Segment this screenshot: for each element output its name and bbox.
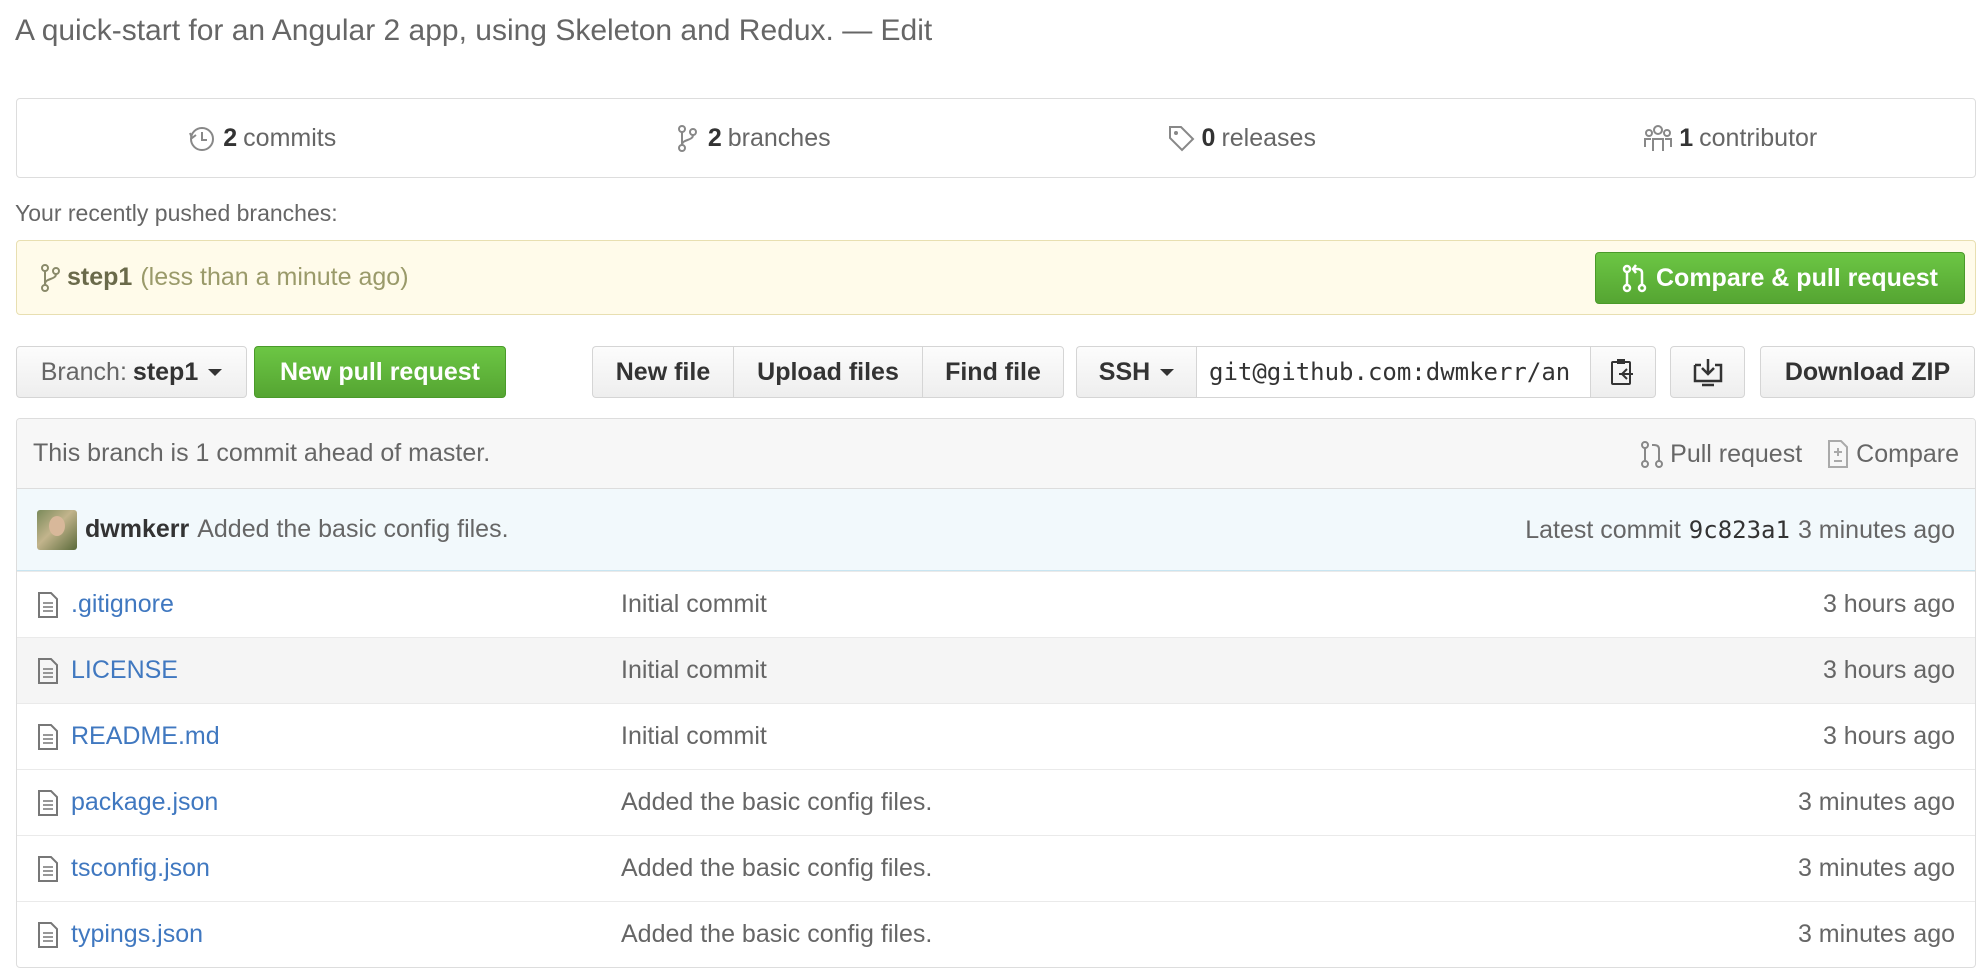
- branch-icon: [677, 125, 697, 152]
- file-age: 3 hours ago: [1822, 656, 1955, 684]
- file-name-link[interactable]: package.json: [71, 788, 621, 817]
- branch-prefix: Branch:: [40, 357, 127, 386]
- file-age: 3 hours ago: [1822, 590, 1955, 618]
- file-age: 3 minutes ago: [1797, 920, 1955, 948]
- table-row: README.md Initial commit 3 hours ago: [17, 703, 1975, 769]
- pull-request-link[interactable]: Pull request: [1640, 439, 1802, 469]
- git-pull-request-icon: [1641, 441, 1664, 468]
- commits-count: 2: [223, 123, 238, 152]
- copy-url-button[interactable]: [1590, 346, 1656, 398]
- chevron-down-icon: [1160, 368, 1175, 376]
- branches-label: branches: [727, 123, 831, 152]
- description-separator: —: [842, 14, 873, 47]
- contributors-count: 1: [1679, 123, 1694, 152]
- clone-url-input[interactable]: git@github.com:dwmkerr/an: [1196, 346, 1590, 398]
- file-commit-message[interactable]: Initial commit: [621, 722, 767, 751]
- file-name-link[interactable]: tsconfig.json: [71, 854, 621, 883]
- recent-branches-label: Your recently pushed branches:: [15, 200, 338, 226]
- compare-pull-request-label: Compare & pull request: [1656, 263, 1938, 292]
- new-pull-request-button[interactable]: New pull request: [254, 346, 506, 398]
- table-row: package.json Added the basic config file…: [17, 769, 1975, 835]
- releases-label: releases: [1221, 123, 1316, 152]
- branches-link[interactable]: 2 branches: [507, 123, 997, 153]
- organization-icon: [1644, 125, 1673, 151]
- download-zip-button[interactable]: Download ZIP: [1760, 346, 1975, 398]
- find-file-button[interactable]: Find file: [922, 346, 1064, 398]
- file-text-icon: [37, 723, 63, 751]
- table-row: typings.json Added the basic config file…: [17, 901, 1975, 967]
- commit-age: 3 minutes ago: [1797, 515, 1955, 544]
- file-commit-message[interactable]: Added the basic config files.: [621, 854, 932, 883]
- clone-url-group: SSH git@github.com:dwmkerr/an: [1076, 346, 1656, 398]
- file-commit-message[interactable]: Initial commit: [621, 590, 767, 619]
- file-text-icon: [37, 591, 63, 619]
- diff-icon: [1828, 440, 1849, 468]
- file-text-icon: [37, 789, 63, 817]
- new-pull-request-label: New pull request: [279, 357, 481, 386]
- branch-icon: [41, 263, 60, 292]
- branch-status-bar: This branch is 1 commit ahead of master.…: [17, 419, 1975, 489]
- protocol-select[interactable]: SSH: [1076, 346, 1196, 398]
- pull-request-label: Pull request: [1670, 439, 1803, 468]
- commit-author[interactable]: dwmkerr: [85, 515, 189, 544]
- file-table: This branch is 1 commit ahead of master.…: [16, 418, 1976, 968]
- file-commit-message[interactable]: Initial commit: [621, 656, 767, 685]
- file-name-link[interactable]: README.md: [71, 722, 621, 751]
- recent-branch-time: (less than a minute ago): [140, 263, 409, 291]
- branch-select-value: step1: [132, 357, 199, 386]
- table-row: .gitignore Initial commit 3 hours ago: [17, 571, 1975, 637]
- clippy-icon: [1611, 359, 1633, 385]
- open-desktop-button[interactable]: [1670, 346, 1745, 398]
- tag-icon: [1168, 126, 1194, 152]
- numbers-summary: 2 commits 2 branches 0 releases 1 contri…: [16, 98, 1976, 178]
- file-age: 3 minutes ago: [1797, 788, 1955, 816]
- table-row: LICENSE Initial commit 3 hours ago: [17, 637, 1975, 703]
- compare-label: Compare: [1856, 439, 1959, 468]
- commit-sha[interactable]: 9c823a1: [1689, 516, 1790, 544]
- history-icon: [189, 127, 215, 151]
- releases-count: 0: [1201, 123, 1216, 152]
- compare-link[interactable]: Compare: [1826, 439, 1959, 469]
- recent-branch-banner: step1 (less than a minute ago) Compare &…: [16, 240, 1976, 315]
- file-age: 3 hours ago: [1822, 722, 1955, 750]
- edit-link[interactable]: Edit: [881, 14, 933, 47]
- file-commit-message[interactable]: Added the basic config files.: [621, 920, 932, 949]
- latest-commit-label: Latest commit: [1525, 515, 1681, 544]
- file-text-icon: [37, 855, 63, 883]
- commits-label: commits: [243, 123, 337, 152]
- file-name-link[interactable]: .gitignore: [71, 590, 621, 619]
- file-text-icon: [37, 921, 63, 949]
- description-text: A quick-start for an Angular 2 app, usin…: [15, 14, 834, 47]
- file-text-icon: [37, 657, 63, 685]
- chevron-down-icon: [208, 368, 223, 376]
- file-name-link[interactable]: typings.json: [71, 920, 621, 949]
- desktop-download-icon: [1693, 359, 1722, 387]
- contributors-label: contributor: [1699, 123, 1818, 152]
- file-name-link[interactable]: LICENSE: [71, 656, 621, 685]
- branch-select[interactable]: Branch: step1: [16, 346, 247, 398]
- table-row: tsconfig.json Added the basic config fil…: [17, 835, 1975, 901]
- commits-link[interactable]: 2 commits: [17, 123, 507, 153]
- compare-pull-request-button[interactable]: Compare & pull request: [1595, 252, 1965, 304]
- branch-status-text: This branch is 1 commit ahead of master.: [33, 439, 491, 467]
- file-age: 3 minutes ago: [1797, 854, 1955, 882]
- branches-count: 2: [707, 123, 722, 152]
- recent-branch-name[interactable]: step1: [67, 263, 132, 292]
- upload-files-button[interactable]: Upload files: [733, 346, 922, 398]
- repo-description: A quick-start for an Angular 2 app, usin…: [15, 14, 932, 48]
- git-compare-icon: [1622, 264, 1647, 293]
- contributors-link[interactable]: 1 contributor: [1486, 123, 1976, 153]
- file-commit-message[interactable]: Added the basic config files.: [621, 788, 932, 817]
- releases-link[interactable]: 0 releases: [996, 123, 1486, 153]
- avatar[interactable]: [37, 509, 77, 550]
- latest-commit-bar: dwmkerr Added the basic config files. La…: [17, 489, 1975, 571]
- commit-message[interactable]: Added the basic config files.: [197, 515, 508, 544]
- protocol-value: SSH: [1098, 357, 1151, 386]
- file-actions-group: New file Upload files Find file: [592, 346, 1064, 398]
- new-file-button[interactable]: New file: [592, 346, 733, 398]
